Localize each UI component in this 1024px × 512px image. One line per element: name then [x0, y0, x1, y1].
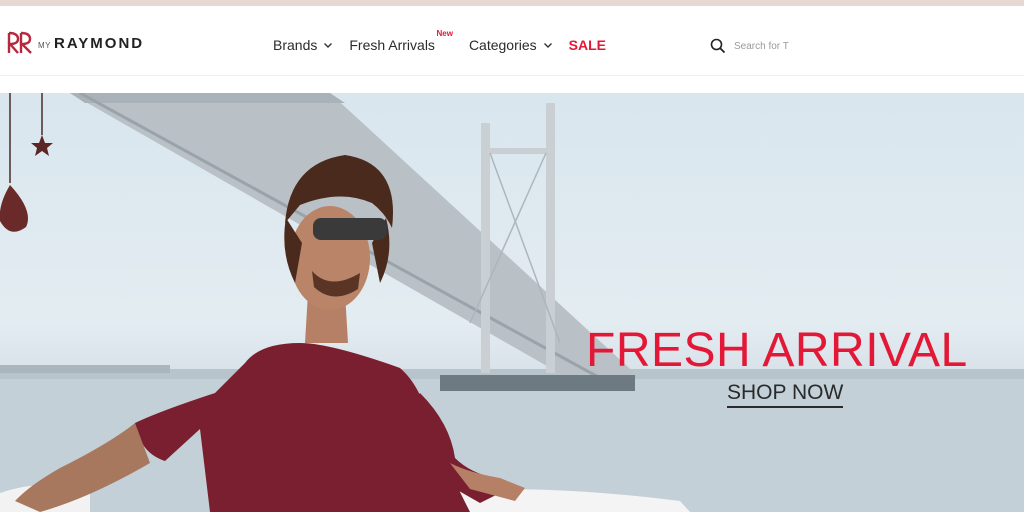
main-nav: Brands Fresh Arrivals New Categories SAL… — [273, 29, 622, 56]
new-badge: New — [436, 29, 453, 38]
nav-sale-label: SALE — [568, 37, 606, 53]
hero-headline: FRESH ARRIVAL — [586, 324, 968, 377]
hero-banner[interactable]: FRESH ARRIVAL SHOP NOW — [0, 93, 1024, 512]
logo-prefix: MY — [38, 40, 51, 50]
logo-wordmark: RAYMOND — [54, 34, 145, 52]
search-icon[interactable] — [710, 38, 726, 54]
chevron-down-icon — [543, 43, 552, 48]
search-bar — [710, 36, 910, 56]
site-header: MY RAYMOND Brands Fresh Arrivals New Cat… — [0, 6, 1024, 76]
chevron-down-icon — [324, 43, 333, 48]
nav-brands-label: Brands — [273, 37, 318, 53]
shop-now-button[interactable]: SHOP NOW — [727, 381, 844, 408]
raymond-monogram-icon — [7, 31, 32, 54]
nav-item-fresh-arrivals[interactable]: Fresh Arrivals New — [349, 29, 453, 53]
nav-item-brands[interactable]: Brands — [273, 37, 333, 53]
nav-item-sale[interactable]: SALE — [569, 37, 606, 53]
nav-item-categories[interactable]: Categories — [469, 37, 553, 53]
raymond-logo[interactable]: MY RAYMOND — [6, 30, 144, 56]
nav-fresh-arrivals-label: Fresh Arrivals — [349, 37, 435, 53]
nav-categories-label: Categories — [468, 37, 537, 53]
hero-image — [0, 93, 1024, 512]
search-input[interactable] — [734, 40, 884, 52]
